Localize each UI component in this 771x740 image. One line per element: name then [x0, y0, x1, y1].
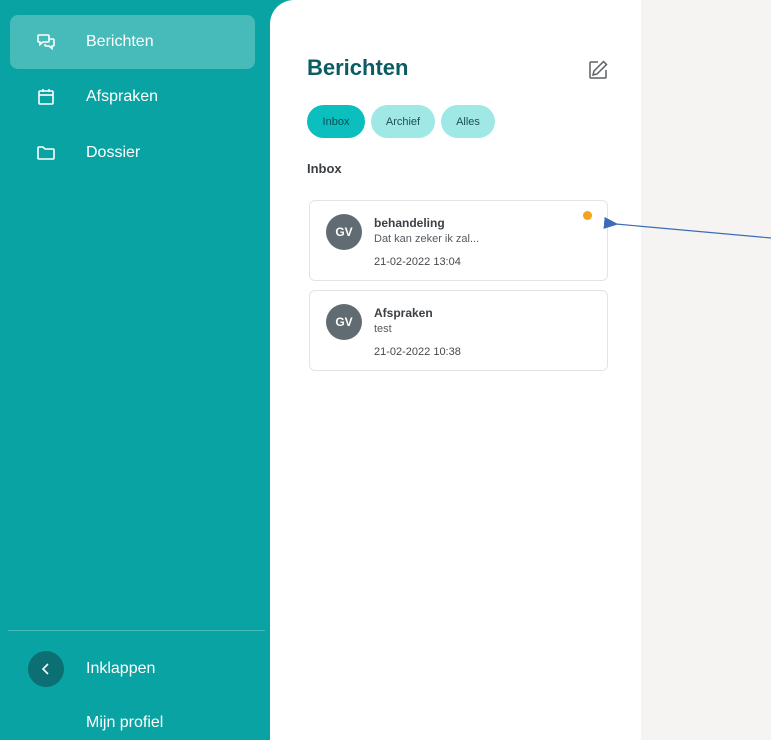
filter-tabs: Inbox Archief Alles	[307, 105, 495, 138]
avatar: GV	[326, 304, 362, 340]
folder-icon	[37, 146, 55, 160]
message-subject: behandeling	[374, 216, 445, 230]
message-card[interactable]: GV Afspraken test 21-02-2022 10:38	[309, 290, 608, 371]
chevron-left-icon	[41, 663, 49, 675]
tab-archief[interactable]: Archief	[371, 105, 435, 138]
collapse-button[interactable]	[28, 651, 64, 687]
tab-alles[interactable]: Alles	[441, 105, 495, 138]
sidebar-item-label: Afspraken	[86, 88, 159, 105]
profile-link[interactable]: Mijn profiel	[86, 714, 163, 732]
sidebar-item-berichten[interactable]: Berichten	[10, 15, 255, 69]
calendar-icon	[38, 89, 54, 105]
compose-icon[interactable]	[586, 58, 610, 82]
app-window: Berichten Afspraken Dossier Inklappen Mi…	[0, 0, 771, 740]
message-preview: Dat kan zeker ik zal...	[374, 233, 480, 245]
collapse-label: Inklappen	[86, 660, 156, 677]
message-timestamp: 21-02-2022 13:04	[374, 256, 461, 268]
sidebar-item-afspraken[interactable]: Afspraken	[10, 70, 255, 124]
avatar: GV	[326, 214, 362, 250]
chat-icon	[37, 34, 55, 51]
collapse-sidebar[interactable]: Inklappen	[28, 651, 155, 687]
sidebar-divider	[8, 630, 265, 631]
sidebar-item-dossier[interactable]: Dossier	[10, 126, 255, 180]
sidebar-item-label: Berichten	[86, 33, 154, 50]
message-timestamp: 21-02-2022 10:38	[374, 346, 461, 358]
unread-indicator	[583, 211, 592, 220]
message-preview: test	[374, 323, 392, 335]
message-subject: Afspraken	[374, 306, 433, 320]
page-title: Berichten	[307, 55, 409, 80]
message-list-panel: Berichten Inbox Archief Alles Inbox GV b…	[270, 0, 641, 740]
sidebar: Berichten Afspraken Dossier Inklappen Mi…	[0, 0, 270, 740]
section-label: Inbox	[307, 161, 342, 176]
sidebar-item-label: Dossier	[86, 144, 141, 161]
message-detail-pane	[641, 0, 771, 740]
message-card[interactable]: GV behandeling Dat kan zeker ik zal... 2…	[309, 200, 608, 281]
tab-inbox[interactable]: Inbox	[307, 105, 365, 138]
